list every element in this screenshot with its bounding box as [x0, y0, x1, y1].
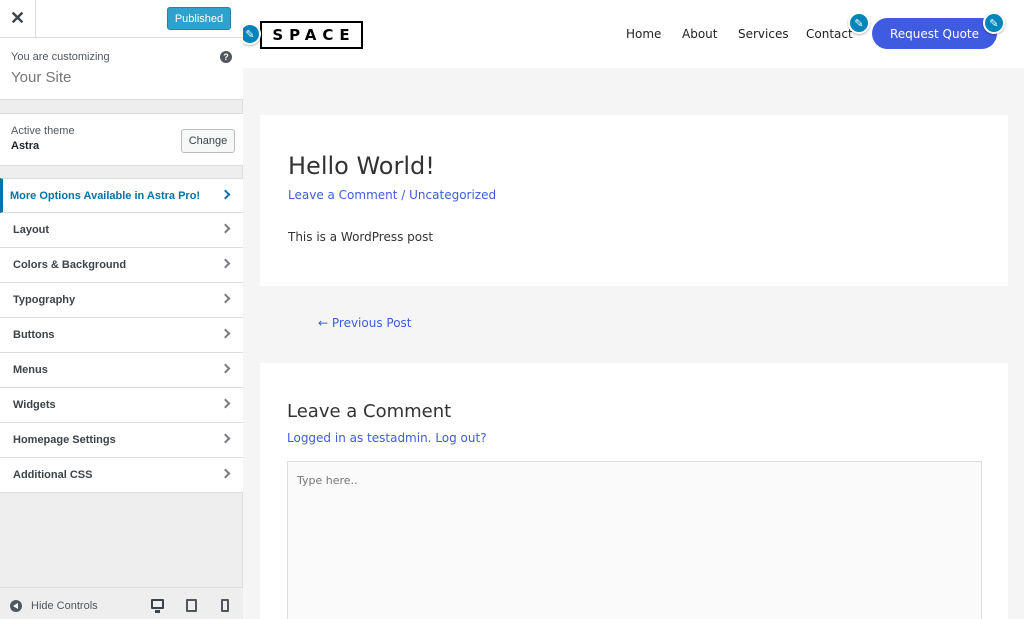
post-body: This is a WordPress post [288, 230, 434, 244]
previous-post-link[interactable]: ← Previous Post [318, 316, 412, 330]
mobile-icon[interactable] [221, 599, 229, 612]
customizer-panel-list: More Options Available in Astra Pro! Lay… [0, 178, 243, 493]
comment-card: Leave a Comment Logged in as testadmin. … [260, 363, 1008, 619]
active-theme-panel: Active theme Astra Change [0, 113, 243, 166]
customizer-footer: Hide Controls [0, 587, 243, 619]
panel-homepage-settings[interactable]: Homepage Settings [0, 423, 243, 458]
help-icon[interactable]: ? [220, 51, 232, 63]
panel-astra-pro[interactable]: More Options Available in Astra Pro! [0, 178, 243, 213]
panel-widgets[interactable]: Widgets [0, 388, 243, 423]
chevron-right-icon [220, 433, 231, 444]
panel-menus[interactable]: Menus [0, 353, 243, 388]
customizer-header: ✕ Published [0, 0, 243, 38]
panel-label: Layout [13, 224, 50, 236]
request-quote-button[interactable]: Request Quote [872, 18, 997, 49]
chevron-right-icon [220, 293, 231, 304]
post-title[interactable]: Hello World! [288, 152, 435, 180]
comment-box [287, 461, 982, 619]
site-title: Your Site [11, 69, 72, 86]
customizing-label: You are customizing [11, 51, 110, 63]
desktop-icon[interactable] [151, 599, 164, 613]
post-card: Hello World! Leave a Comment / Uncategor… [260, 115, 1008, 286]
nav-contact[interactable]: Contact [806, 27, 853, 41]
logged-in-link[interactable]: Logged in as testadmin. Log out? [287, 431, 487, 445]
chevron-right-icon [220, 398, 231, 409]
hide-controls-button[interactable]: Hide Controls [31, 600, 98, 612]
active-theme-label: Active theme [11, 125, 75, 137]
nav-services[interactable]: Services [738, 27, 789, 41]
pencil-icon[interactable]: ✎ [243, 23, 261, 45]
post-meta[interactable]: Leave a Comment / Uncategorized [288, 188, 496, 202]
chevron-right-icon [220, 223, 231, 234]
comment-input[interactable] [288, 462, 981, 619]
panel-label: Additional CSS [13, 469, 93, 481]
publish-button[interactable]: Published [167, 7, 231, 30]
chevron-right-icon [220, 468, 231, 479]
active-theme-name: Astra [11, 140, 40, 152]
close-icon[interactable]: ✕ [0, 0, 36, 37]
change-theme-button[interactable]: Change [181, 129, 235, 153]
site-logo[interactable]: SPACE [260, 21, 363, 49]
panel-label: Typography [13, 294, 76, 306]
chevron-right-icon [220, 189, 231, 200]
pencil-icon[interactable]: ✎ [848, 12, 870, 34]
site-header: SPACE ✎ Home About Services Contact ✎ Re… [243, 0, 1024, 68]
panel-typography[interactable]: Typography [0, 283, 243, 318]
panel-layout[interactable]: Layout [0, 213, 243, 248]
panel-label: Buttons [13, 329, 55, 341]
nav-home[interactable]: Home [626, 27, 661, 41]
tablet-icon[interactable] [186, 599, 197, 612]
panel-label: Widgets [13, 399, 56, 411]
chevron-right-icon [220, 328, 231, 339]
chevron-right-icon [220, 258, 231, 269]
panel-buttons[interactable]: Buttons [0, 318, 243, 353]
panel-label: More Options Available in Astra Pro! [10, 189, 201, 202]
hide-controls-icon[interactable] [10, 600, 22, 612]
panel-label: Colors & Background [13, 259, 127, 271]
nav-about[interactable]: About [682, 27, 717, 41]
comment-title: Leave a Comment [287, 401, 452, 422]
customizing-info: You are customizing Your Site ? [0, 38, 243, 100]
panel-label: Menus [13, 364, 48, 376]
customizer-sidebar: ✕ Published You are customizing Your Sit… [0, 0, 243, 619]
chevron-right-icon [220, 363, 231, 374]
panel-label: Homepage Settings [13, 434, 116, 446]
panel-additional-css[interactable]: Additional CSS [0, 458, 243, 493]
pencil-icon[interactable]: ✎ [983, 12, 1005, 34]
panel-colors-background[interactable]: Colors & Background [0, 248, 243, 283]
site-preview: SPACE ✎ Home About Services Contact ✎ Re… [243, 0, 1024, 619]
